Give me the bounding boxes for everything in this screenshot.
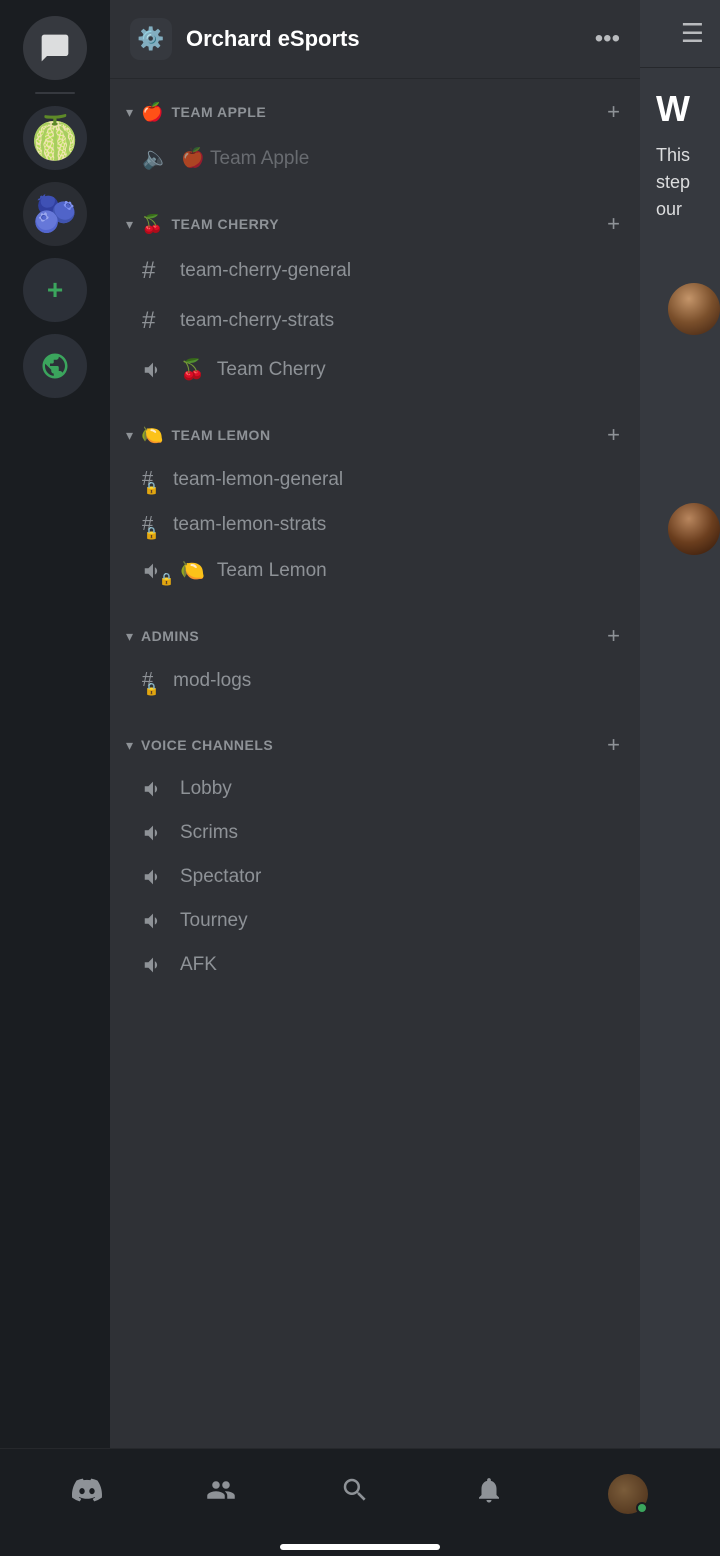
hash-lock-icon: #🔒: [142, 513, 153, 536]
category-voice-channels-header[interactable]: ▾ VOICE CHANNELS +: [110, 720, 640, 766]
channel-name-label: team-lemon-strats: [173, 514, 326, 536]
channel-name-label: mod-logs: [173, 670, 251, 692]
hash-lock-icon: #🔒: [142, 468, 153, 491]
category-team-lemon-label: TEAM LEMON: [171, 427, 599, 443]
home-indicator: [280, 1544, 440, 1550]
bell-icon: [474, 1475, 504, 1512]
add-server-button[interactable]: +: [23, 258, 87, 322]
add-channel-button[interactable]: +: [607, 422, 620, 448]
other-server-icon[interactable]: 🫐: [23, 182, 87, 246]
chevron-down-icon: ▾: [126, 628, 133, 645]
add-channel-button[interactable]: +: [607, 732, 620, 758]
add-channel-button[interactable]: +: [607, 99, 620, 125]
channel-spectator[interactable]: Spectator: [118, 856, 632, 898]
channel-mod-logs[interactable]: #🔒 mod-logs: [118, 659, 632, 702]
home-indicator-wrapper: [0, 1538, 720, 1556]
channel-team-cherry-strats[interactable]: # team-cherry-strats: [118, 297, 632, 345]
volume-icon: [142, 954, 168, 976]
category-team-apple-header[interactable]: ▾ 🍎 TEAM APPLE +: [110, 87, 640, 133]
voice-channel-label: AFK: [180, 954, 217, 976]
channel-team-lemon-strats[interactable]: #🔒 team-lemon-strats: [118, 503, 632, 546]
voice-channel-label: Lobby: [180, 778, 232, 800]
nav-search[interactable]: [324, 1467, 386, 1520]
server-divider: [35, 92, 75, 94]
category-team-cherry-label: TEAM CHERRY: [171, 216, 599, 232]
right-panel-title: W: [656, 88, 704, 130]
orchard-esports-server-icon[interactable]: 🍈: [23, 106, 87, 170]
category-team-cherry: ▾ 🍒 TEAM CHERRY + # team-cherry-general …: [110, 191, 640, 402]
voice-channel-label: Scrims: [180, 822, 238, 844]
hash-lock-icon: #🔒: [142, 669, 153, 692]
server-sidebar: 🍈 🫐 +: [0, 0, 110, 1448]
category-team-lemon-header[interactable]: ▾ 🍋 TEAM LEMON +: [110, 410, 640, 456]
channel-team-cherry-general[interactable]: # team-cherry-general: [118, 247, 632, 295]
team-apple-voice-partial[interactable]: 🔈 🍎 Team Apple: [118, 135, 632, 181]
volume-icon: [142, 866, 168, 888]
chevron-down-icon: ▾: [126, 427, 133, 444]
user-avatar: [608, 1474, 648, 1514]
category-voice-channels-label: VOICE CHANNELS: [141, 737, 599, 753]
voice-channel-label: Spectator: [180, 866, 261, 888]
friends-icon: [206, 1475, 236, 1512]
server-header-icon: ⚙️: [130, 18, 172, 60]
channel-team-lemon-general[interactable]: #🔒 team-lemon-general: [118, 458, 632, 501]
server-more-button[interactable]: •••: [595, 25, 620, 53]
right-panel-body: Thisstepour: [656, 142, 704, 223]
server-name: Orchard eSports: [186, 26, 581, 52]
right-panel-header: ☰: [640, 0, 720, 68]
volume-icon: [142, 822, 168, 844]
voice-channel-label: Team Cherry: [217, 359, 326, 381]
member-avatar-2: [668, 503, 720, 555]
volume-icon: 🔈: [142, 145, 169, 171]
nav-profile[interactable]: [592, 1466, 664, 1522]
volume-icon: [142, 910, 168, 932]
server-header[interactable]: ⚙️ Orchard eSports •••: [110, 0, 640, 79]
channel-afk[interactable]: AFK: [118, 944, 632, 986]
channel-scrims[interactable]: Scrims: [118, 812, 632, 854]
nav-notifications[interactable]: [458, 1467, 520, 1520]
voice-channel-label: Tourney: [180, 910, 248, 932]
add-channel-button[interactable]: +: [607, 623, 620, 649]
chevron-down-icon: ▾: [126, 737, 133, 754]
category-voice-channels: ▾ VOICE CHANNELS + Lobby Scrims: [110, 712, 640, 996]
hash-icon: #: [142, 257, 168, 285]
category-admins-header[interactable]: ▾ ADMINS +: [110, 611, 640, 657]
browse-servers-button[interactable]: [23, 334, 87, 398]
category-team-apple: ▾ 🍎 TEAM APPLE + 🔈 🍎 Team Apple: [110, 79, 640, 191]
bottom-nav: [0, 1448, 720, 1538]
right-panel-content: W Thisstepour: [640, 68, 720, 243]
chevron-down-icon: ▾: [126, 216, 133, 233]
chevron-down-icon: ▾: [126, 104, 133, 121]
category-team-cherry-header[interactable]: ▾ 🍒 TEAM CHERRY +: [110, 199, 640, 245]
volume-icon: [142, 359, 168, 381]
member-avatar: [668, 283, 720, 335]
channel-name-label: team-cherry-general: [180, 260, 351, 282]
discord-logo-icon: [72, 1475, 102, 1512]
nav-friends[interactable]: [190, 1467, 252, 1520]
hamburger-menu-icon[interactable]: ☰: [681, 18, 704, 49]
search-icon: [340, 1475, 370, 1512]
right-panel: ☰ W Thisstepour: [640, 0, 720, 1448]
volume-lock-icon: 🔒: [142, 560, 168, 582]
channel-team-lemon-voice[interactable]: 🔒 🍋 Team Lemon: [118, 548, 632, 593]
volume-icon: [142, 778, 168, 800]
channel-lobby[interactable]: Lobby: [118, 768, 632, 810]
voice-channel-label: Team Lemon: [217, 560, 327, 582]
category-team-lemon: ▾ 🍋 TEAM LEMON + #🔒 team-lemon-general #…: [110, 402, 640, 603]
online-indicator: [636, 1502, 648, 1514]
channel-team-cherry-voice[interactable]: 🍒 Team Cherry: [118, 347, 632, 392]
category-admins: ▾ ADMINS + #🔒 mod-logs: [110, 603, 640, 712]
nav-home[interactable]: [56, 1467, 118, 1520]
add-channel-button[interactable]: +: [607, 211, 620, 237]
category-admins-label: ADMINS: [141, 628, 599, 644]
channel-name-label: team-cherry-strats: [180, 310, 334, 332]
hash-icon: #: [142, 307, 168, 335]
category-team-apple-label: TEAM APPLE: [171, 104, 599, 120]
channel-name-label: team-lemon-general: [173, 469, 343, 491]
channel-sidebar: ⚙️ Orchard eSports ••• ▾ 🍎 TEAM APPLE + …: [110, 0, 640, 1448]
direct-messages-icon[interactable]: [23, 16, 87, 80]
channel-tourney[interactable]: Tourney: [118, 900, 632, 942]
